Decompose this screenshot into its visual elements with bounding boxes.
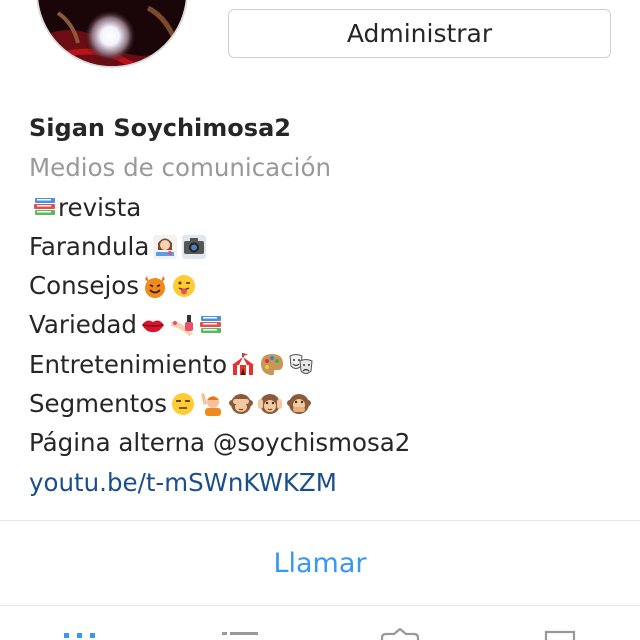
bio-line: Segmentos bbox=[29, 384, 619, 423]
nail-polish-icon bbox=[169, 312, 195, 338]
bio-line-text: revista bbox=[58, 192, 142, 222]
books-icon bbox=[198, 312, 224, 338]
profile-website-link[interactable]: youtu.be/t-mSWnKWKZM bbox=[29, 463, 619, 502]
circus-tent-icon bbox=[230, 351, 256, 377]
bio-line-text: Farandula bbox=[29, 231, 150, 261]
lips-icon bbox=[140, 312, 166, 338]
bio-line-text: Consejos bbox=[29, 271, 140, 301]
woman-nail-polish-icon bbox=[152, 234, 178, 260]
bio-line-text[interactable]: Página alterna @soychismosa2 bbox=[29, 423, 410, 462]
manage-button[interactable]: Administrar bbox=[228, 9, 611, 58]
call-button[interactable]: Llamar bbox=[0, 521, 640, 605]
bio-line: Consejos bbox=[29, 266, 619, 305]
palette-icon bbox=[259, 351, 285, 377]
tongue-face-icon bbox=[171, 273, 197, 299]
person-raising-hand-icon bbox=[199, 391, 225, 417]
books-icon bbox=[32, 194, 58, 220]
smiling-devil-icon bbox=[142, 273, 168, 299]
profile-name: Sigan Soychimosa2 bbox=[29, 114, 291, 142]
manage-button-label: Administrar bbox=[346, 19, 493, 48]
profile-page: Administrar Sigan Soychimosa2 Medios de … bbox=[0, 0, 640, 640]
unamused-face-icon bbox=[170, 391, 196, 417]
grid-view-icon[interactable] bbox=[60, 628, 100, 640]
see-no-evil-monkey-icon bbox=[228, 391, 254, 417]
camera-icon bbox=[181, 234, 207, 260]
bio-line: Página alterna @soychismosa2 bbox=[29, 423, 619, 462]
bio-line-text: Variedad bbox=[29, 310, 137, 340]
profile-avatar[interactable] bbox=[36, 0, 188, 68]
list-view-icon[interactable] bbox=[220, 628, 260, 640]
speak-no-evil-monkey-icon bbox=[286, 391, 312, 417]
bio-line: Variedad bbox=[29, 305, 619, 344]
profile-bio: Sigan Soychimosa2 Medios de comunicación… bbox=[29, 109, 619, 502]
tagged-icon[interactable] bbox=[380, 628, 420, 640]
call-button-label: Llamar bbox=[273, 547, 367, 579]
profile-tab-bar bbox=[0, 606, 640, 640]
bio-line: Farandula bbox=[29, 227, 619, 266]
bio-line: Entretenimiento bbox=[29, 345, 619, 384]
saved-icon[interactable] bbox=[540, 628, 580, 640]
bio-line-text: Segmentos bbox=[29, 389, 168, 419]
bio-line-text: Entretenimiento bbox=[29, 349, 228, 379]
profile-category: Medios de comunicación bbox=[29, 153, 331, 183]
hear-no-evil-monkey-icon bbox=[257, 391, 283, 417]
theater-masks-icon bbox=[288, 351, 314, 377]
bio-line: revista bbox=[29, 188, 619, 227]
